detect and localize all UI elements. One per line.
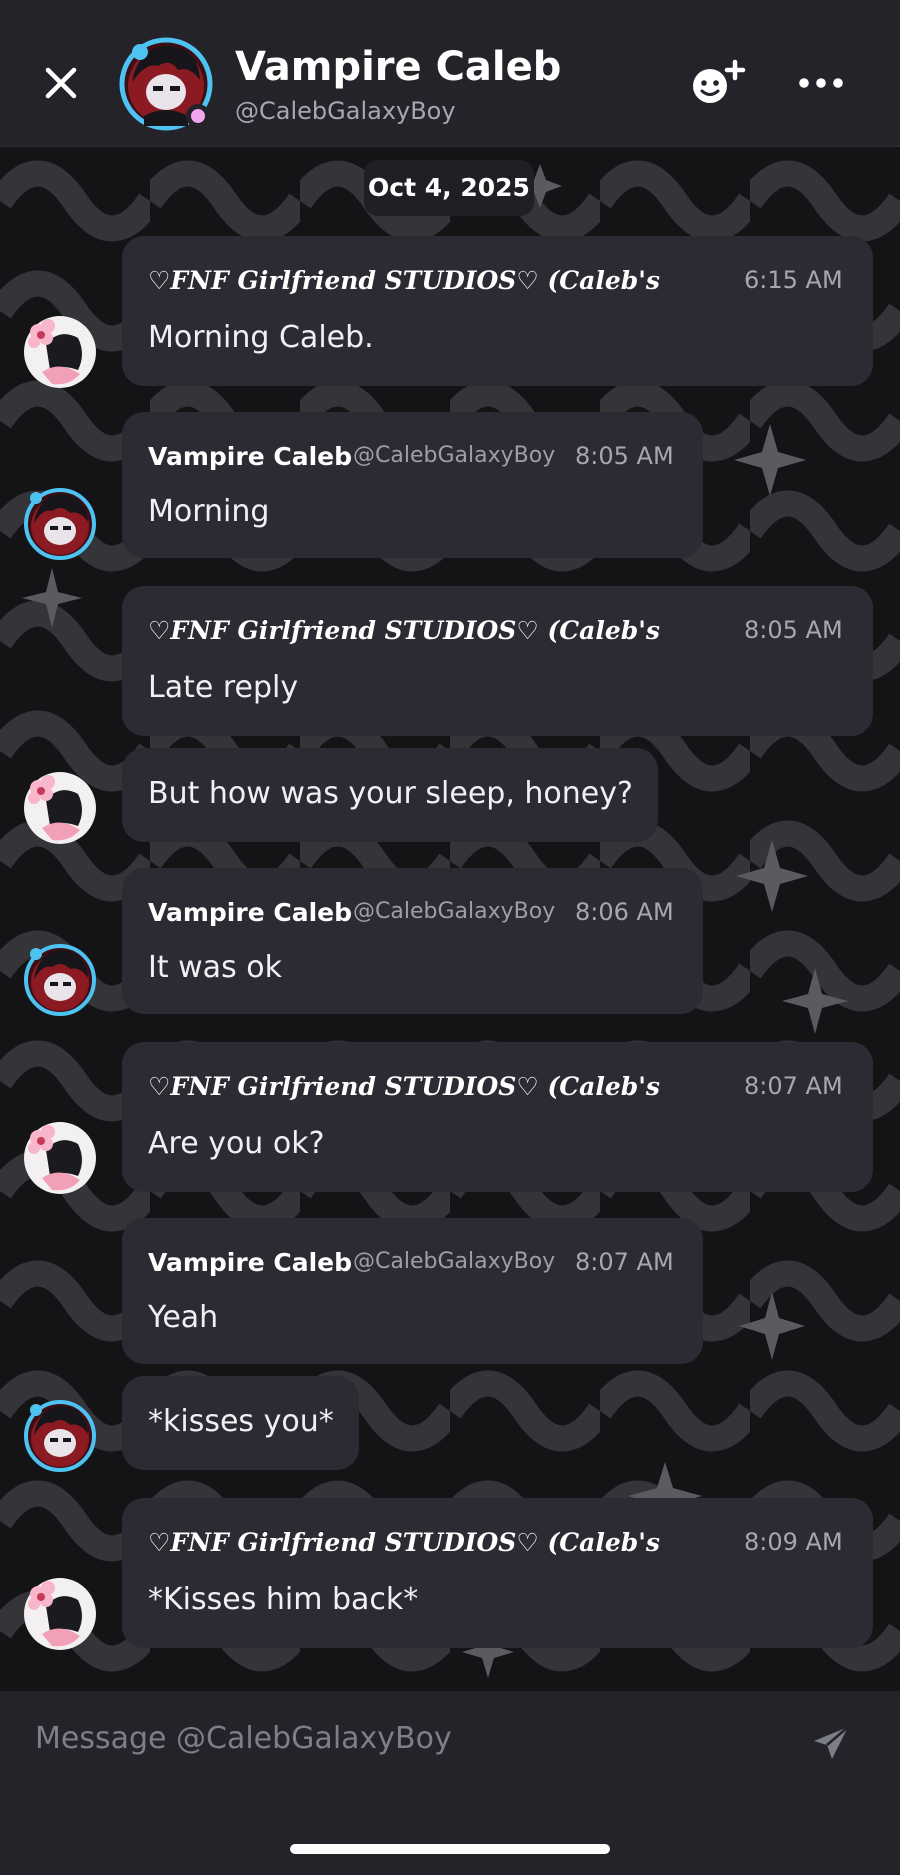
- online-status-indicator: [186, 104, 210, 128]
- message-text: *kisses you*: [148, 1404, 334, 1439]
- message-author-handle[interactable]: @CalebGalaxyBoy: [353, 899, 555, 924]
- message-timestamp: 8:07 AM: [744, 1072, 843, 1100]
- message-bubble[interactable]: *kisses you*: [122, 1376, 359, 1470]
- message-bubble[interactable]: Vampire Caleb @CalebGalaxyBoy 8:07 AM Ye…: [122, 1218, 703, 1364]
- message-author[interactable]: Vampire Caleb: [148, 898, 352, 927]
- message-timestamp: 8:09 AM: [744, 1528, 843, 1556]
- message-text: It was ok: [148, 950, 282, 985]
- message-bubble[interactable]: ♡𝑭𝑵𝑭 𝑮𝒊𝒓𝒍𝒇𝒓𝒊𝒆𝒏𝒅 𝑺𝑻𝑼𝑫𝑰𝑶𝑺♡ (Caleb's 8:07 A…: [122, 1042, 873, 1192]
- message-text: But how was your sleep, honey?: [148, 776, 633, 811]
- message-bubble[interactable]: But how was your sleep, honey?: [122, 748, 658, 842]
- avatar[interactable]: [22, 1120, 98, 1196]
- message-author[interactable]: Vampire Caleb: [148, 1248, 352, 1277]
- message-text: Are you ok?: [148, 1126, 325, 1161]
- chat-header: Vampire Caleb @CalebGalaxyBoy: [0, 0, 900, 147]
- avatar[interactable]: [22, 486, 98, 562]
- add-friend-icon[interactable]: [688, 58, 748, 108]
- message-timestamp: 8:07 AM: [575, 1248, 674, 1276]
- message-text: Late reply: [148, 670, 299, 705]
- message-text: Morning Caleb.: [148, 320, 374, 355]
- message-bubble[interactable]: ♡𝑭𝑵𝑭 𝑮𝒊𝒓𝒍𝒇𝒓𝒊𝒆𝒏𝒅 𝑺𝑻𝑼𝑫𝑰𝑶𝑺♡ (Caleb's 8:09 A…: [122, 1498, 873, 1648]
- message-timestamp: 6:15 AM: [744, 266, 843, 294]
- close-icon[interactable]: [38, 60, 84, 106]
- message-bubble[interactable]: ♡𝑭𝑵𝑭 𝑮𝒊𝒓𝒍𝒇𝒓𝒊𝒆𝒏𝒅 𝑺𝑻𝑼𝑫𝑰𝑶𝑺♡ (Caleb's 8:05 A…: [122, 586, 873, 736]
- message-timestamp: 8:05 AM: [744, 616, 843, 644]
- avatar[interactable]: [22, 942, 98, 1018]
- message-author[interactable]: ♡𝑭𝑵𝑭 𝑮𝒊𝒓𝒍𝒇𝒓𝒊𝒆𝒏𝒅 𝑺𝑻𝑼𝑫𝑰𝑶𝑺♡ (Caleb's: [148, 616, 713, 645]
- message-author-handle[interactable]: @CalebGalaxyBoy: [353, 1249, 555, 1274]
- message-bubble[interactable]: Vampire Caleb @CalebGalaxyBoy 8:06 AM It…: [122, 868, 703, 1014]
- more-options-icon[interactable]: [796, 58, 846, 108]
- header-display-name[interactable]: Vampire Caleb: [235, 44, 561, 90]
- send-icon[interactable]: [810, 1723, 852, 1765]
- message-bubble[interactable]: ♡𝑭𝑵𝑭 𝑮𝒊𝒓𝒍𝒇𝒓𝒊𝒆𝒏𝒅 𝑺𝑻𝑼𝑫𝑰𝑶𝑺♡ (Caleb's 6:15 A…: [122, 236, 873, 386]
- message-author[interactable]: ♡𝑭𝑵𝑭 𝑮𝒊𝒓𝒍𝒇𝒓𝒊𝒆𝒏𝒅 𝑺𝑻𝑼𝑫𝑰𝑶𝑺♡ (Caleb's: [148, 1072, 713, 1101]
- message-author[interactable]: ♡𝑭𝑵𝑭 𝑮𝒊𝒓𝒍𝒇𝒓𝒊𝒆𝒏𝒅 𝑺𝑻𝑼𝑫𝑰𝑶𝑺♡ (Caleb's: [148, 1528, 713, 1557]
- message-timestamp: 8:06 AM: [575, 898, 674, 926]
- avatar[interactable]: [22, 1576, 98, 1652]
- avatar[interactable]: [22, 770, 98, 846]
- message-bubble[interactable]: Vampire Caleb @CalebGalaxyBoy 8:05 AM Mo…: [122, 412, 703, 558]
- message-text: Yeah: [148, 1300, 219, 1335]
- date-separator: Oct 4, 2025: [364, 160, 534, 216]
- avatar[interactable]: [22, 1398, 98, 1474]
- avatar[interactable]: [22, 314, 98, 390]
- message-text: Morning: [148, 494, 270, 529]
- message-author-handle[interactable]: @CalebGalaxyBoy: [353, 443, 555, 468]
- header-username[interactable]: @CalebGalaxyBoy: [235, 97, 456, 125]
- message-author[interactable]: Vampire Caleb: [148, 442, 352, 471]
- message-author[interactable]: ♡𝑭𝑵𝑭 𝑮𝒊𝒓𝒍𝒇𝒓𝒊𝒆𝒏𝒅 𝑺𝑻𝑼𝑫𝑰𝑶𝑺♡ (Caleb's: [148, 266, 713, 295]
- message-timestamp: 8:05 AM: [575, 442, 674, 470]
- home-indicator[interactable]: [290, 1844, 610, 1854]
- message-input[interactable]: Message @CalebGalaxyBoy: [35, 1721, 452, 1756]
- message-text: *Kisses him back*: [148, 1582, 419, 1617]
